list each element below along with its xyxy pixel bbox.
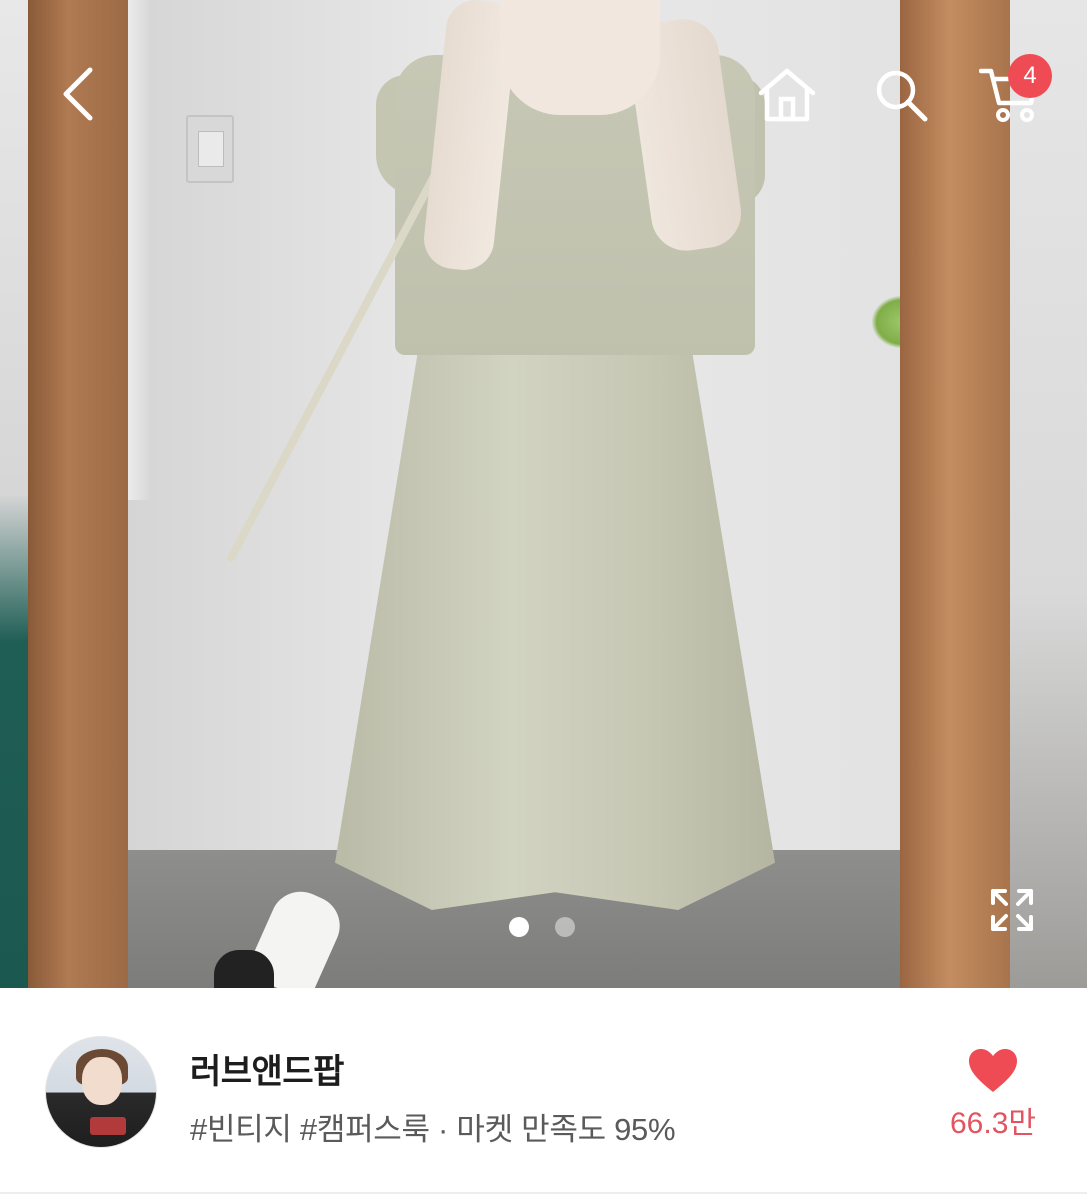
photo-light-switch bbox=[186, 115, 234, 183]
gallery-pagination bbox=[509, 917, 575, 937]
shop-tags-satisfaction: #빈티지 #캠퍼스룩 · 마켓 만족도 95% bbox=[190, 1112, 676, 1147]
like-count: 66.3만 bbox=[950, 1107, 1036, 1140]
mirror-frame-left bbox=[28, 0, 128, 988]
shop-name[interactable]: 러브앤드팝 bbox=[190, 1044, 344, 1093]
avatar-face bbox=[82, 1057, 122, 1105]
photo-background-right bbox=[1010, 0, 1087, 988]
heart-icon bbox=[969, 1049, 1017, 1092]
chevron-left-icon bbox=[63, 67, 93, 121]
expand-image-button[interactable] bbox=[986, 884, 1038, 936]
divider bbox=[0, 1192, 1087, 1194]
gallery-dot-2[interactable] bbox=[555, 917, 575, 937]
cart-count-badge: 4 bbox=[1008, 54, 1052, 98]
product-image[interactable] bbox=[0, 0, 1087, 988]
back-button[interactable] bbox=[48, 58, 108, 130]
avatar-shirt-print bbox=[90, 1117, 126, 1135]
expand-icon bbox=[991, 889, 1033, 931]
home-button[interactable] bbox=[752, 60, 822, 130]
gallery-dot-1[interactable] bbox=[509, 917, 529, 937]
shop-info-bar bbox=[0, 988, 1087, 1200]
shoe bbox=[214, 950, 274, 988]
search-icon bbox=[876, 70, 928, 122]
search-button[interactable] bbox=[866, 60, 936, 130]
shop-avatar[interactable] bbox=[45, 1036, 157, 1148]
home-icon bbox=[758, 68, 816, 122]
mirror-frame-right bbox=[900, 0, 1010, 988]
hand-with-phone bbox=[500, 0, 660, 115]
